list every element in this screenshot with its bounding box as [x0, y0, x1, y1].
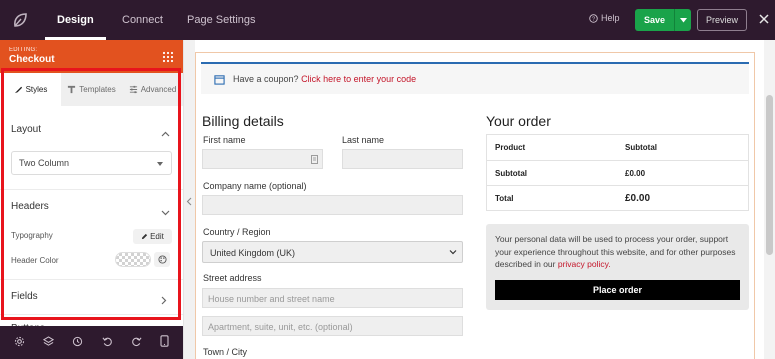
help-label: Help [601, 13, 620, 23]
chevron-down-icon[interactable] [161, 203, 170, 221]
scrollbar-thumb[interactable] [766, 95, 773, 255]
layout-select[interactable]: Two Column [11, 151, 172, 175]
fields-section-title[interactable]: Fields [11, 291, 38, 302]
last-name-label: Last name [342, 135, 385, 145]
bottom-toolbar [0, 326, 183, 359]
layout-select-value: Two Column [19, 158, 70, 168]
save-button[interactable]: Save [635, 9, 691, 31]
row-label: Subtotal [495, 168, 527, 178]
header-color-label: Header Color [11, 256, 59, 265]
first-name-label: First name [203, 135, 246, 145]
divider [0, 279, 183, 280]
sidebar-collapse-handle[interactable] [183, 40, 195, 359]
apartment-field[interactable]: Apartment, suite, unit, etc. (optional) [202, 316, 463, 336]
divider [0, 189, 183, 190]
chevron-right-icon[interactable] [161, 292, 167, 310]
row-value: £0.00 [625, 192, 651, 204]
place-order-button[interactable]: Place order [495, 280, 740, 300]
divider [0, 314, 183, 315]
tab-design[interactable]: Design [45, 0, 106, 40]
save-options-chevron-icon[interactable] [674, 9, 691, 31]
close-icon[interactable] [757, 12, 771, 31]
save-label: Save [643, 15, 666, 25]
history-icon[interactable] [72, 334, 83, 352]
company-label: Company name (optional) [203, 181, 307, 191]
row-value: £0.00 [625, 168, 646, 178]
street-label: Street address [203, 273, 262, 283]
scrollbar[interactable] [764, 40, 775, 359]
table-row: Subtotal £0.00 [487, 160, 748, 185]
coupon-notice: Have a coupon? Click here to enter your … [201, 62, 749, 94]
billing-heading: Billing details [202, 113, 284, 129]
tab-connect[interactable]: Connect [122, 0, 163, 40]
settings-gear-icon[interactable] [14, 334, 25, 352]
typography-edit-button[interactable]: Edit [133, 229, 172, 244]
country-value: United Kingdom (UK) [210, 248, 296, 258]
layout-section-title[interactable]: Layout [11, 124, 41, 135]
order-table: Product Subtotal Subtotal £0.00 Total £0… [486, 134, 749, 211]
chevron-left-icon [186, 197, 192, 206]
table-row: Product Subtotal [487, 135, 748, 160]
coupon-link[interactable]: Click here to enter your code [301, 74, 416, 84]
row-label: Product [495, 143, 526, 152]
seedprod-logo-icon[interactable] [0, 0, 40, 40]
tab-page-settings[interactable]: Page Settings [187, 0, 256, 40]
order-heading: Your order [486, 113, 551, 129]
pencil-icon [141, 233, 148, 240]
sidebar-settings: Layout Two Column Headers Typography Hea… [0, 40, 183, 334]
top-bar: Design Connect Page Settings ? Help Save… [0, 0, 775, 40]
mobile-preview-icon[interactable] [160, 334, 169, 352]
headers-section-title[interactable]: Headers [11, 201, 49, 212]
country-select[interactable]: United Kingdom (UK) [202, 241, 463, 263]
row-label: Total [495, 193, 514, 203]
layers-icon[interactable] [43, 334, 55, 352]
last-name-field[interactable] [342, 149, 463, 169]
redo-icon[interactable] [131, 334, 142, 352]
preview-button[interactable]: Preview [697, 9, 747, 31]
caret-down-icon [157, 162, 163, 166]
town-label: Town / City [203, 347, 248, 357]
privacy-policy-link[interactable]: privacy policy. [558, 259, 611, 269]
chevron-down-icon [449, 250, 457, 255]
first-name-field[interactable] [202, 149, 323, 169]
street-field[interactable]: House number and street name [202, 288, 463, 308]
company-field[interactable] [202, 195, 463, 215]
calendar-icon [214, 74, 225, 85]
coupon-text: Have a coupon? [233, 74, 299, 84]
palette-icon[interactable] [154, 252, 170, 267]
typography-label: Typography [11, 231, 53, 240]
help-icon: ? [589, 13, 598, 23]
edit-label: Edit [150, 232, 164, 241]
row-value: Subtotal [625, 143, 657, 152]
help-link[interactable]: ? Help [589, 13, 620, 23]
autofill-icon [311, 155, 318, 164]
table-row: Total £0.00 [487, 185, 748, 210]
chevron-up-icon[interactable] [161, 124, 170, 142]
country-label: Country / Region [203, 227, 271, 237]
header-color-swatch[interactable] [115, 252, 151, 267]
undo-icon[interactable] [102, 334, 113, 352]
privacy-text: Your personal data will be used to proce… [495, 234, 736, 269]
